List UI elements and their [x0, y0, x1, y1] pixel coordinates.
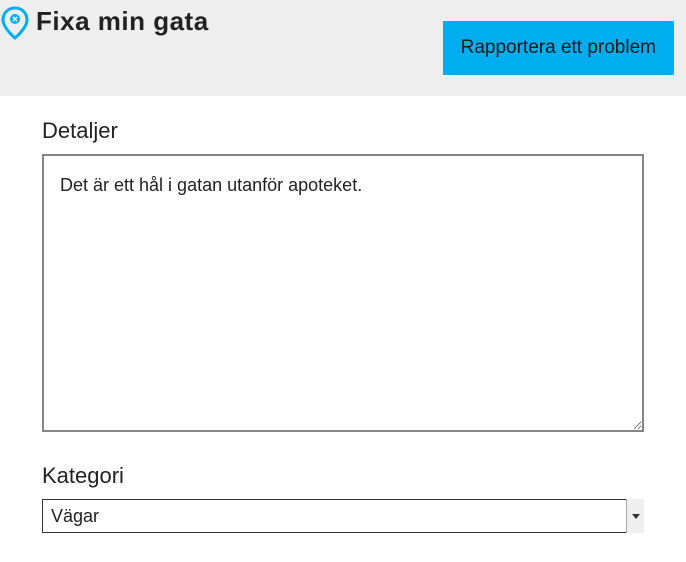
- header: Fixa min gata Rapportera ett problem: [0, 0, 686, 96]
- category-section: Kategori Vägar: [42, 463, 644, 533]
- category-label: Kategori: [42, 463, 644, 489]
- report-problem-button[interactable]: Rapportera ett problem: [443, 21, 674, 75]
- category-select-wrap: Vägar: [42, 499, 644, 533]
- category-select[interactable]: Vägar: [42, 499, 644, 533]
- details-input[interactable]: [42, 154, 644, 432]
- details-label: Detaljer: [42, 118, 644, 144]
- logo-text: Fixa min gata: [36, 6, 209, 37]
- logo[interactable]: Fixa min gata: [0, 6, 209, 40]
- form-content: Detaljer Kategori Vägar: [0, 96, 686, 553]
- map-pin-icon: [0, 6, 30, 40]
